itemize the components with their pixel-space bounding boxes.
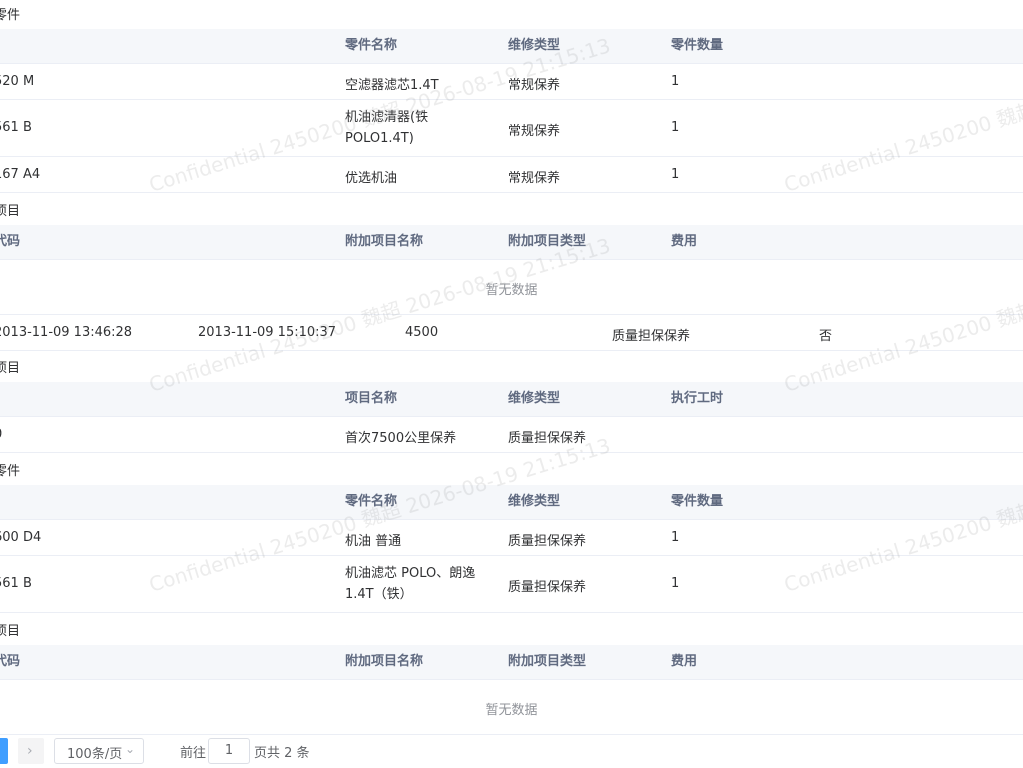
part-qty: 1 <box>671 120 680 135</box>
projects-table-header: 项目名称 维修类型 执行工时 <box>0 382 1023 417</box>
empty-text: 暂无数据 <box>485 703 538 718</box>
part-code: 600 D4 <box>0 530 42 545</box>
col-fee: 费用 <box>671 654 698 669</box>
chevron-right-icon: › <box>27 743 33 759</box>
extra-items-table-header: 代码 附加项目名称 附加项目类型 费用 <box>0 225 1023 260</box>
chevron-down-icon: ⌄ <box>124 742 135 756</box>
table-row: 561 B 机油滤清器(铁POLO1.4T) 常规保养 1 <box>0 100 1023 157</box>
end-time: 2013-11-09 15:10:37 <box>198 325 337 340</box>
part-code: 167 A4 <box>0 167 41 182</box>
project-name: 首次7500公里保养 <box>345 431 457 446</box>
goto-page-input[interactable]: 1 <box>208 738 250 764</box>
part-name: 机油滤清器(铁POLO1.4T) <box>345 110 429 146</box>
col-extra-type: 附加项目类型 <box>508 654 587 669</box>
part-name: 空滤器滤芯1.4T <box>345 78 439 93</box>
col-repair-type: 维修类型 <box>508 494 561 509</box>
part-code: 520 M <box>0 74 35 89</box>
part-qty: 1 <box>671 74 680 89</box>
part-qty: 1 <box>671 576 680 591</box>
parts-section-title: 零件 <box>0 8 21 23</box>
table-row: 600 D4 机油 普通 质量担保保养 1 <box>0 520 1023 556</box>
col-repair-type: 维修类型 <box>508 38 561 53</box>
col-extra-name: 附加项目名称 <box>345 234 424 249</box>
col-part-name: 零件名称 <box>345 38 398 53</box>
col-part-qty: 零件数量 <box>671 38 724 53</box>
table-row: 167 A4 优选机油 常规保养 1 <box>0 157 1023 193</box>
projects-section-title: 项目 <box>0 361 21 376</box>
col-part-name: 零件名称 <box>345 494 398 509</box>
repair-type: 质量担保保养 <box>508 431 587 446</box>
extra-items-section-title: 项目 <box>0 204 21 219</box>
repair-type: 质量担保保养 <box>612 329 691 344</box>
part-qty: 1 <box>671 167 680 182</box>
table-row: 561 B 机油滤芯 POLO、朗逸1.4T（铁） 质量担保保养 1 <box>0 556 1023 613</box>
col-project-name: 项目名称 <box>345 391 398 406</box>
table-row: 520 M 空滤器滤芯1.4T 常规保养 1 <box>0 64 1023 100</box>
repair-type: 常规保养 <box>508 124 561 139</box>
col-repair-type: 维修类型 <box>508 391 561 406</box>
page-size-value: 100条/页 <box>67 747 123 762</box>
empty-row: 暂无数据 <box>0 260 1023 315</box>
repair-type: 质量担保保养 <box>508 580 587 595</box>
part-qty: 1 <box>671 530 680 545</box>
current-page-button[interactable] <box>0 738 8 764</box>
part-code: 561 B <box>0 576 32 591</box>
empty-text: 暂无数据 <box>485 283 538 298</box>
part-name: 优选机油 <box>345 171 398 186</box>
col-code: 代码 <box>0 234 21 249</box>
col-labor-hours: 执行工时 <box>671 391 724 406</box>
total-text: 页共 2 条 <box>254 746 310 761</box>
repair-type: 常规保养 <box>508 78 561 93</box>
next-page-button[interactable]: › <box>18 738 44 764</box>
goto-label: 前往 <box>180 746 207 761</box>
col-part-qty: 零件数量 <box>671 494 724 509</box>
col-extra-name: 附加项目名称 <box>345 654 424 669</box>
mileage: 4500 <box>405 325 439 340</box>
parts-section-title: 零件 <box>0 464 21 479</box>
extra-items-section-title: 项目 <box>0 624 21 639</box>
table-row: 2013-11-09 13:46:28 2013-11-09 15:10:37 … <box>0 315 1023 351</box>
part-name: 机油滤芯 POLO、朗逸1.4T（铁） <box>345 566 476 602</box>
parts-table-header: 零件名称 维修类型 零件数量 <box>0 29 1023 64</box>
page-size-select[interactable]: 100条/页 ⌄ <box>54 738 144 764</box>
col-fee: 费用 <box>671 234 698 249</box>
goto-page-value: 1 <box>224 743 234 758</box>
part-code: 561 B <box>0 120 32 135</box>
flag: 否 <box>819 329 833 344</box>
col-code: 代码 <box>0 654 21 669</box>
col-extra-type: 附加项目类型 <box>508 234 587 249</box>
parts-table-header: 零件名称 维修类型 零件数量 <box>0 485 1023 520</box>
extra-items-table-header: 代码 附加项目名称 附加项目类型 费用 <box>0 645 1023 680</box>
repair-type: 常规保养 <box>508 171 561 186</box>
empty-row: 暂无数据 <box>0 680 1023 735</box>
table-row: 0 首次7500公里保养 质量担保保养 <box>0 417 1023 453</box>
part-name: 机油 普通 <box>345 534 402 549</box>
start-time: 2013-11-09 13:46:28 <box>0 325 133 340</box>
repair-type: 质量担保保养 <box>508 534 587 549</box>
project-code: 0 <box>0 427 2 442</box>
